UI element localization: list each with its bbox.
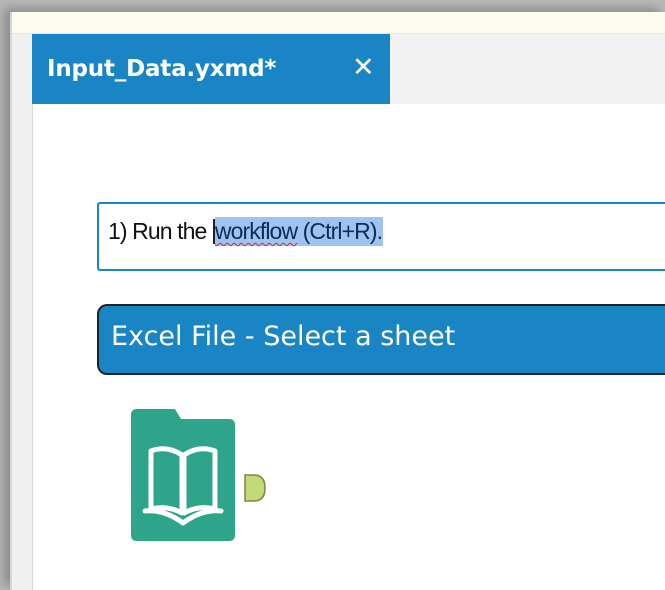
container-title: Excel File - Select a sheet [111, 321, 456, 352]
close-icon[interactable]: ✕ [352, 53, 375, 83]
output-anchor-icon[interactable] [244, 474, 266, 502]
toolbar-strip [12, 12, 665, 34]
comment-selected-rest: (Ctrl+R). [297, 218, 383, 244]
comment-text[interactable]: 1) Run the workflow (Ctrl+R). [108, 217, 384, 246]
input-data-book-icon[interactable] [131, 409, 235, 541]
comment-tool[interactable]: 1) Run the workflow (Ctrl+R). [97, 202, 665, 271]
comment-selected-word: workflow [214, 218, 298, 244]
tab-input-data[interactable]: Input_Data.yxmd* ✕ [32, 34, 390, 104]
tab-title: Input_Data.yxmd* [47, 56, 277, 82]
tool-container-header[interactable]: Excel File - Select a sheet [97, 304, 665, 375]
comment-prefix: 1) Run the [108, 218, 212, 244]
